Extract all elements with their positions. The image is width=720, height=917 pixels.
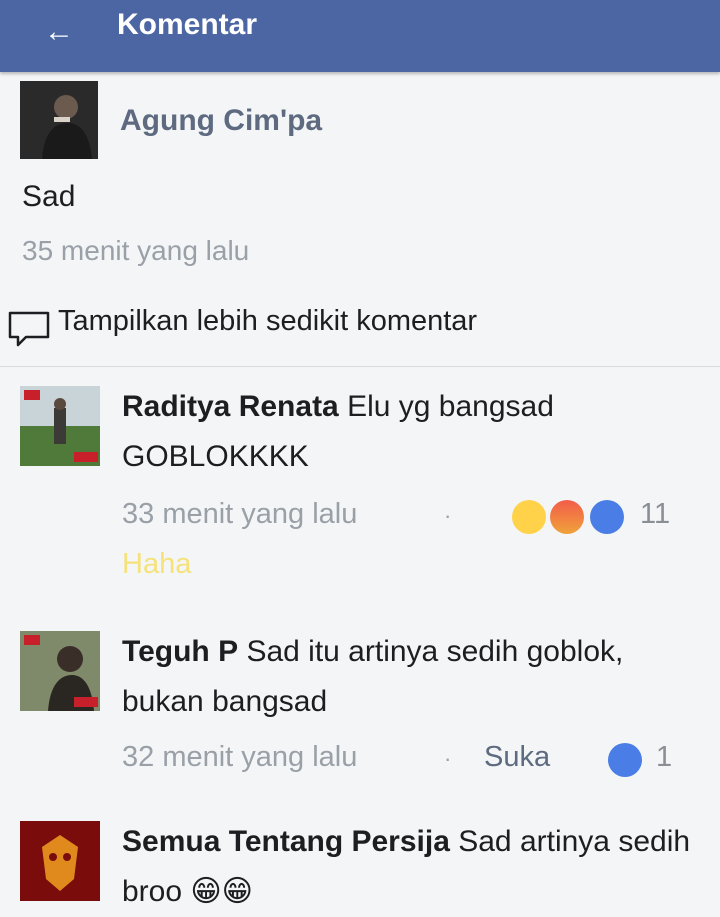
post-text: Sad bbox=[22, 180, 76, 213]
angry-icon bbox=[550, 500, 584, 534]
haha-icon bbox=[512, 500, 546, 534]
comment-author-name[interactable]: Teguh P bbox=[122, 635, 238, 668]
comment-body: Teguh P Sad itu artinya sedih goblok, bu… bbox=[122, 627, 702, 727]
comment-body: Semua Tentang Persija Sad artinya sedih … bbox=[122, 817, 702, 917]
separator-dot: · bbox=[444, 503, 452, 528]
comment-timestamp: 32 menit yang lalu bbox=[122, 741, 358, 773]
avatar[interactable] bbox=[20, 386, 100, 466]
avatar[interactable] bbox=[20, 631, 100, 711]
arrow-left-icon[interactable]: ← bbox=[42, 15, 76, 49]
my-reaction-label[interactable]: Haha bbox=[122, 548, 191, 581]
reaction-count[interactable]: 11 bbox=[640, 498, 670, 531]
like-icon bbox=[590, 500, 624, 534]
comment-timestamp: 33 menit yang lalu bbox=[122, 498, 358, 530]
comment-body: Raditya Renata Elu yg bangsad GOBLOKKKK bbox=[122, 382, 702, 482]
comment-bubble-icon bbox=[8, 311, 50, 347]
avatar[interactable] bbox=[20, 821, 100, 901]
like-icon bbox=[608, 743, 642, 777]
post-author-name[interactable]: Agung Cim'pa bbox=[120, 104, 322, 138]
avatar[interactable] bbox=[20, 81, 98, 159]
post-timestamp: 35 menit yang lalu bbox=[22, 235, 250, 266]
top-bar: ← Komentar bbox=[0, 0, 720, 72]
reaction-count[interactable]: 1 bbox=[656, 741, 672, 774]
divider bbox=[0, 366, 720, 367]
like-button[interactable]: Suka bbox=[484, 741, 550, 774]
comment-author-name[interactable]: Raditya Renata bbox=[122, 390, 339, 423]
page-title: Komentar bbox=[117, 8, 258, 41]
comment-author-name[interactable]: Semua Tentang Persija bbox=[122, 825, 450, 858]
separator-dot: · bbox=[444, 746, 452, 771]
show-fewer-comments-label: Tampilkan lebih sedikit komentar bbox=[58, 305, 478, 337]
